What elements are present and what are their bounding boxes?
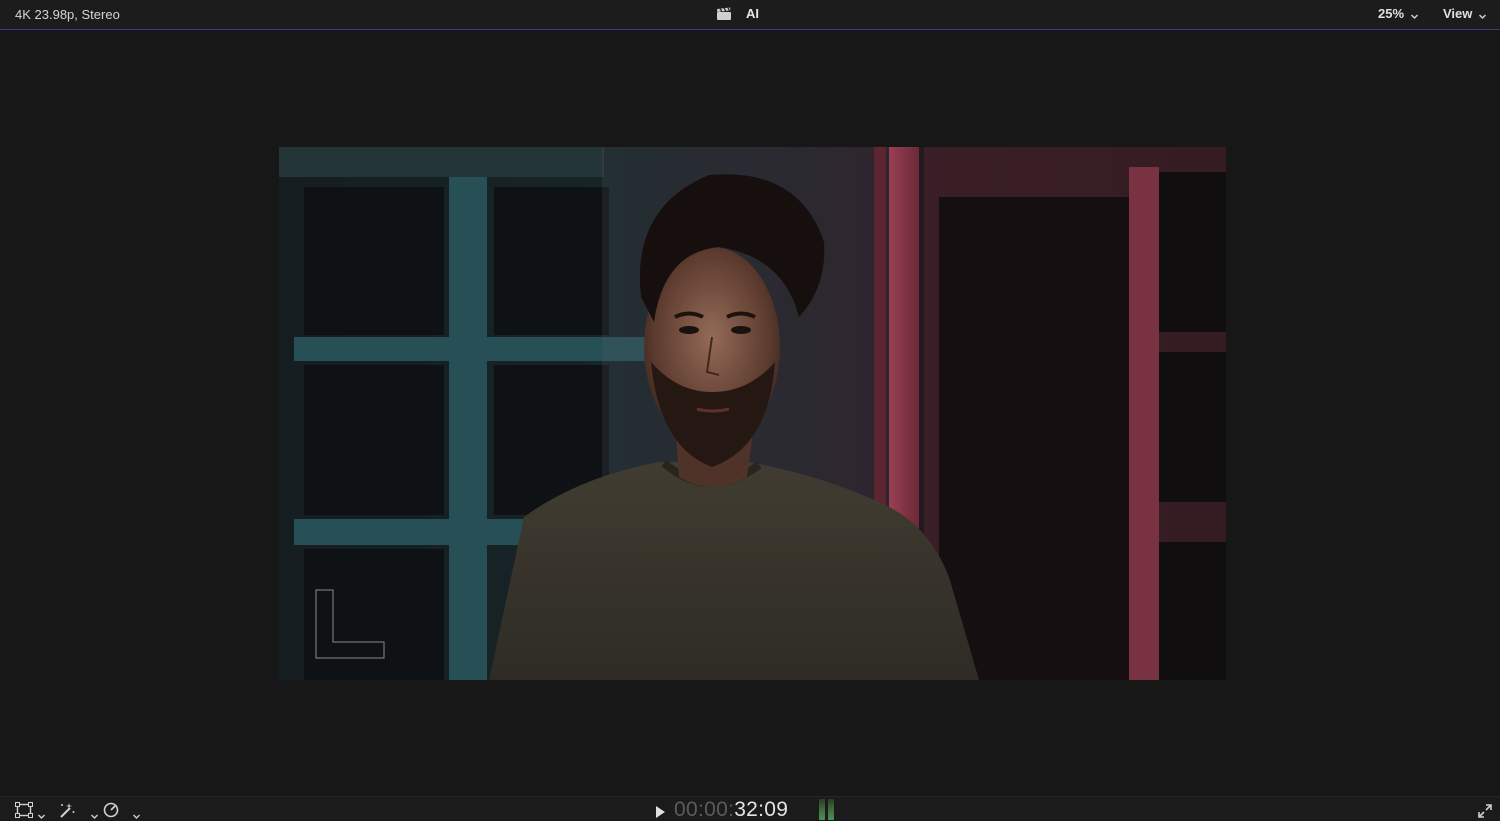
zoom-dropdown[interactable]: 25%	[1378, 6, 1419, 21]
viewer-footer: 00:00:32:09	[0, 796, 1500, 821]
video-frame[interactable]	[279, 147, 1226, 680]
timecode-display[interactable]: 00:00:32:09	[674, 798, 788, 821]
speedometer-icon	[103, 802, 120, 821]
transform-icon	[15, 802, 33, 821]
viewer-window: 4K 23.98p, Stereo AI 25% View 00:00:32:0…	[0, 0, 1500, 821]
retime-tool-menu[interactable]	[103, 802, 141, 821]
chevron-down-icon	[132, 808, 141, 819]
chevron-down-icon	[90, 808, 99, 819]
clip-name: AI	[746, 6, 759, 21]
timecode-value: 32:09	[734, 798, 789, 821]
chevron-down-icon	[37, 808, 46, 819]
magic-wand-icon	[58, 802, 76, 821]
chevron-down-icon	[1410, 9, 1419, 20]
view-label: View	[1443, 6, 1473, 21]
transform-tool-menu[interactable]	[15, 802, 46, 821]
format-label: 4K 23.98p, Stereo	[15, 7, 120, 22]
fullscreen-icon[interactable]	[1478, 804, 1492, 818]
audio-meter-left	[819, 799, 825, 820]
clapperboard-icon	[716, 6, 732, 21]
viewer-header: 4K 23.98p, Stereo AI 25% View	[0, 0, 1500, 30]
audio-meter-right	[828, 799, 834, 820]
play-button[interactable]	[656, 806, 665, 818]
view-dropdown[interactable]: View	[1443, 6, 1487, 21]
chevron-down-icon	[1478, 9, 1487, 20]
enhance-tool-menu[interactable]	[58, 802, 99, 821]
audio-meters[interactable]	[819, 799, 834, 820]
clip-info: AI	[716, 6, 759, 21]
timecode-leading: 00:00:	[674, 798, 735, 821]
zoom-value: 25%	[1378, 6, 1405, 21]
